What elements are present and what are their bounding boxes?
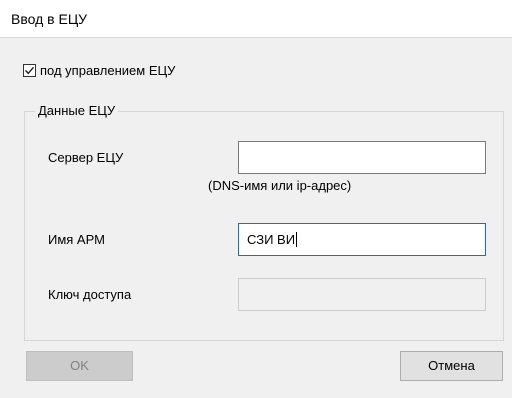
managed-checkbox-label: под управлением ЕЦУ bbox=[40, 63, 176, 78]
arm-name-label: Имя АРМ bbox=[48, 232, 105, 247]
ok-button[interactable]: OK bbox=[26, 351, 133, 381]
text-caret bbox=[296, 232, 298, 247]
arm-name-value: СЗИ ВИ bbox=[247, 232, 296, 247]
server-hint: (DNS-имя или ip-адрес) bbox=[208, 178, 352, 193]
checkmark-icon bbox=[25, 66, 35, 75]
managed-checkbox[interactable] bbox=[23, 64, 36, 77]
access-key-input[interactable] bbox=[238, 278, 486, 311]
server-label: Сервер ЕЦУ bbox=[48, 150, 124, 165]
groupbox-title: Данные ЕЦУ bbox=[35, 103, 119, 118]
cancel-button[interactable]: Отмена bbox=[400, 351, 503, 381]
access-key-label: Ключ доступа bbox=[48, 287, 132, 302]
dialog-window: Ввод в ЕЦУ под управлением ЕЦУ Данные ЕЦ… bbox=[0, 0, 512, 398]
window-title: Ввод в ЕЦУ bbox=[11, 11, 88, 27]
arm-name-input[interactable]: СЗИ ВИ bbox=[238, 223, 486, 256]
server-input[interactable] bbox=[238, 141, 486, 174]
title-bar: Ввод в ЕЦУ bbox=[0, 0, 512, 38]
managed-checkbox-row[interactable]: под управлением ЕЦУ bbox=[23, 63, 175, 78]
